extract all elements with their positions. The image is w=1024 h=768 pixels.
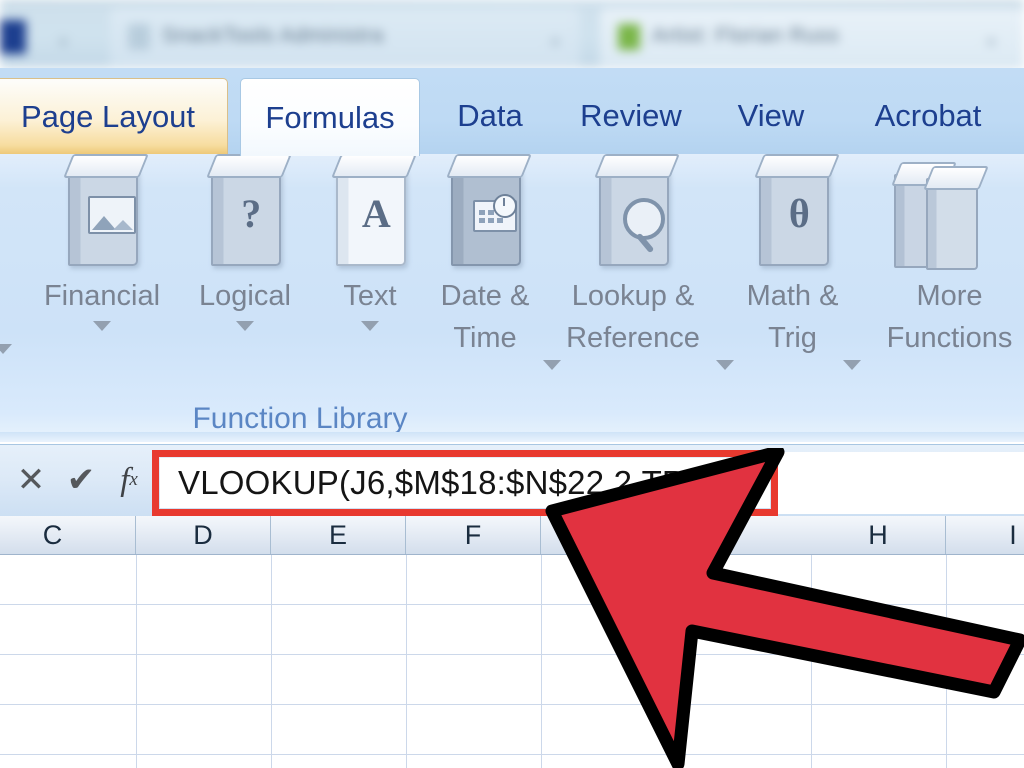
browser-tab-1[interactable]: SnackTools Administra × [110,8,580,66]
gridline-horizontal [0,754,1024,755]
ribbon-tab-acrobat[interactable]: Acrobat [838,78,1018,154]
column-header-F[interactable]: F [406,516,541,554]
ribbon-tab-formulas-label: Formulas [265,99,395,135]
ribbon-function-library-group: y Financial ? Logical [0,154,1024,442]
ribbon-tab-data-label: Data [457,98,523,133]
book-stack-icon [891,162,992,270]
gridline-horizontal [0,604,1024,605]
logical-dropdown-icon[interactable] [236,321,254,331]
excel-formulas-screenshot: SnackTools Administra × Artist: Florian … [0,0,1024,768]
ribbon-tab-page-layout[interactable]: Page Layout [0,78,228,154]
financial-button-label: Financial [43,280,161,312]
book-calendar-clock-icon [435,154,535,269]
column-header-E[interactable]: E [271,516,406,554]
gridline-vertical [811,555,812,768]
ribbon-tab-acrobat-label: Acrobat [874,98,982,133]
gridline-vertical [946,555,947,768]
ribbon-tab-bar: Page Layout Formulas Data Review View Ac… [0,68,1024,156]
browser-tab-strip: SnackTools Administra × Artist: Florian … [0,0,1024,68]
math-trig-dropdown-icon[interactable] [843,360,861,370]
browser-tab-0-close-icon[interactable]: × [58,32,69,53]
spreadsheet-favicon [618,24,640,50]
formula-bar-right-fill [778,452,1024,514]
column-header-I[interactable]: I [946,516,1024,554]
more-functions-button[interactable]: More Functions [862,162,1024,359]
gridline-vertical [541,555,542,768]
truncated-button-dropdown-icon[interactable] [0,344,12,354]
column-header-C[interactable]: C [0,516,136,554]
insert-function-icon[interactable]: fx [106,457,152,503]
ribbon-tab-page-layout-label: Page Layout [20,98,196,134]
ribbon-tab-review[interactable]: Review [556,78,706,154]
gridline-horizontal [0,704,1024,705]
formula-text: VLOOKUP(J6,$M$18:$N$22,2,TRUE) [178,464,744,501]
browser-tab-1-close-icon[interactable]: × [550,32,561,53]
function-library-group-label: Function Library [192,402,408,435]
gridline-horizontal [0,654,1024,655]
book-picture-icon [52,154,152,269]
date-time-dropdown-icon[interactable] [543,360,561,370]
gridline-vertical [676,555,677,768]
financial-dropdown-icon[interactable] [93,321,111,331]
enter-formula-icon[interactable]: ✔ [58,457,104,503]
book-magnifier-icon [583,154,683,269]
ribbon-tab-view-label: View [737,98,805,133]
more-functions-button-label: More Functions [886,280,1013,354]
truncated-button-label: y [0,279,22,321]
ribbon-tab-view[interactable]: View [712,78,830,154]
math-trig-button[interactable]: θ Math & Trig [715,154,870,370]
cancel-formula-icon[interactable]: ✕ [8,457,54,503]
browser-tab-2-label: Artist: Florian Russ [652,24,840,47]
formula-input[interactable]: VLOOKUP(J6,$M$18:$N$22,2,TRUE) [160,458,770,508]
book-theta-icon: θ [743,154,843,269]
tabstrip-top-edge [0,0,1024,4]
gridline-vertical [271,555,272,768]
document-favicon [128,24,150,50]
worksheet-grid: C D E F G H I [0,516,1024,768]
gridline-vertical [406,555,407,768]
book-question-icon: ? [195,154,295,269]
ribbon-tab-review-label: Review [580,98,682,133]
column-header-G[interactable]: G [541,516,676,554]
lookup-reference-button[interactable]: Lookup & Reference [538,154,734,370]
column-header-H[interactable]: H [811,516,946,554]
financial-button[interactable]: Financial [22,154,182,331]
ribbon-tab-data[interactable]: Data [430,78,550,154]
gridline-vertical [136,555,137,768]
text-dropdown-icon[interactable] [361,321,379,331]
insert-function-x: x [129,469,138,490]
ribbon-tab-formulas[interactable]: Formulas [240,78,420,156]
lookup-reference-button-label: Lookup & Reference [566,280,700,354]
lookup-reference-dropdown-icon[interactable] [716,360,734,370]
text-cursor [745,464,748,502]
browser-tab-1-label: SnackTools Administra [162,24,384,47]
browser-tab-2-close-icon[interactable]: × [986,32,997,53]
math-trig-button-label: Math & Trig [746,280,839,354]
column-header-D[interactable]: D [136,516,271,554]
browser-tab-2[interactable]: Artist: Florian Russ × [600,8,1024,66]
browser-logo-icon [0,20,26,54]
insert-function-f: f [120,461,130,498]
column-header-row: C D E F G H I [0,516,1024,555]
